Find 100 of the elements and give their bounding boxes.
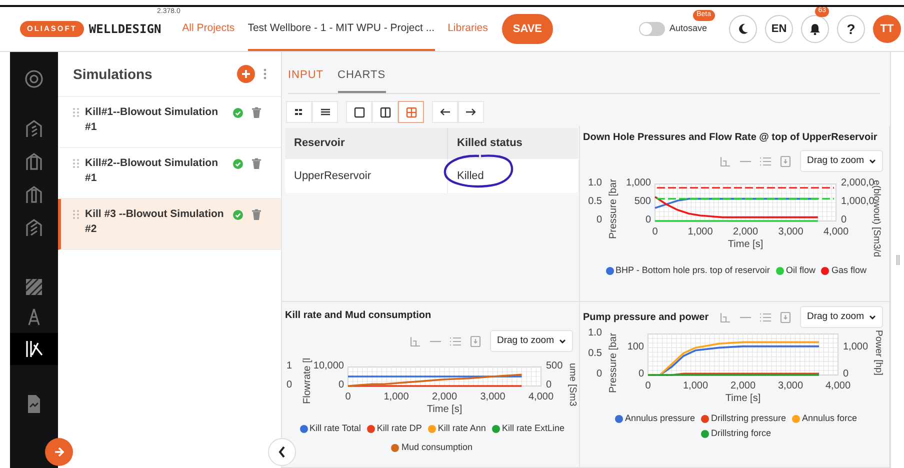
legend-item[interactable]: Drillstring pressure [700, 412, 786, 426]
hatched-square-icon [24, 277, 44, 297]
axis-title: Power [hp] [873, 330, 884, 376]
zoom-mode-dropdown[interactable]: Drag to zoom [490, 330, 573, 352]
bell-icon [809, 23, 821, 35]
axis-tick-label: 3,000 [778, 226, 804, 238]
axis-title: Flowrate [l [302, 358, 313, 404]
chart-title: Kill rate and Mud consumption [285, 309, 432, 323]
trajectory-icon [24, 339, 44, 359]
kebab-icon [263, 68, 267, 80]
legend-item[interactable]: Kill rate DP [366, 422, 422, 436]
axis-tick-label: 1 [286, 360, 292, 372]
legend-item[interactable]: Mud consumption [391, 440, 473, 454]
notifications-button[interactable] [801, 15, 829, 43]
trash-icon [252, 209, 261, 220]
axis-tick-label: 0 [345, 392, 351, 403]
axis-tick-label: 0 [596, 368, 602, 380]
axis-tick-label: 0 [652, 226, 658, 238]
autosave-toggle[interactable] [639, 22, 666, 36]
caret-icon [869, 314, 876, 320]
caret-icon [559, 338, 566, 344]
moon-icon [737, 23, 749, 35]
delete-button[interactable] [252, 158, 261, 169]
tab[interactable]: CHARTS [338, 66, 386, 93]
axis-tick-label: 4,000 [823, 226, 849, 238]
table-cell: Killed [447, 158, 578, 193]
zoom-mode-dropdown[interactable]: Drag to zoom [800, 150, 883, 172]
chart-type-icon [720, 312, 731, 323]
axis-tick-label: 0 [286, 380, 292, 391]
two-column-icon [380, 106, 390, 118]
axis-tick-label: 3,000 [778, 380, 804, 392]
legend-item[interactable]: Oil flow [776, 264, 816, 278]
legend-item[interactable]: Gas flow [821, 264, 866, 278]
delete-button[interactable] [252, 107, 261, 118]
navigate-button[interactable] [458, 101, 484, 123]
axis-tick-label: 0.5 [588, 196, 602, 208]
axis-tick-label: 1,000 [384, 392, 409, 403]
navigate-button[interactable] [432, 101, 458, 123]
legend-item[interactable]: Kill rate Ann [428, 422, 486, 436]
axis-tick-label: 100 [627, 342, 644, 353]
collapse-button[interactable] [268, 438, 296, 466]
download-icon [780, 312, 791, 323]
pipe-icon [24, 185, 44, 205]
download-icon [780, 156, 791, 167]
axis-tick-label: 0 [645, 214, 651, 226]
axis-tick-label: 4,000 [528, 392, 554, 403]
view-button[interactable] [286, 101, 312, 123]
axis-tick-label: 1.0 [588, 178, 602, 189]
chevron-left-icon [278, 446, 286, 458]
axis-tick-label: 3,000 [480, 392, 506, 403]
autosave-label: Autosave [669, 22, 707, 36]
legend-item[interactable]: Kill rate Total [300, 422, 361, 436]
axis-tick-label: 0 [841, 214, 847, 226]
zoom-mode-dropdown[interactable]: Drag to zoom [800, 306, 883, 328]
download-icon [470, 336, 481, 347]
language-button[interactable]: EN [765, 15, 793, 43]
axis-tick-label: 1,000 [626, 178, 651, 189]
drag-handle-icon [73, 159, 79, 168]
sidebar-item[interactable] [10, 333, 58, 365]
axis-tick-label: 1,000 [843, 342, 868, 353]
axis-tick-label: 0 [338, 380, 344, 391]
axis-tick-label: 0 [638, 368, 644, 380]
axis-tick-label: 1.0 [588, 328, 602, 339]
axis-title: Time [s] [426, 404, 462, 416]
expand-button[interactable] [45, 438, 73, 466]
add-button[interactable] [237, 65, 255, 83]
simulation-name: Kill #3 --Blowout Simulation #2 [85, 207, 225, 238]
axis-tick-label: 1,000 [682, 380, 708, 392]
casing-icon [24, 152, 44, 172]
legend-item[interactable]: Kill rate ExtLine [492, 422, 564, 436]
axis-tick-label: 500 [546, 360, 563, 372]
axis-tick-label: 1,000,0 [841, 196, 874, 208]
simulation-item[interactable]: Kill #3 --Blowout Simulation #2 [58, 199, 281, 250]
legend-item[interactable]: BHP - Bottom hole prs. top of reservoir [606, 264, 770, 278]
axis-title: Time [s] [728, 239, 764, 250]
axis-title: Pressure [bar [608, 333, 619, 394]
axis-tick-label: 500 [634, 196, 651, 208]
list-icon [450, 336, 461, 347]
chart-type-icon [720, 156, 731, 167]
simulation-name: Kill#1--Blowout Simulation #1 [85, 105, 219, 136]
simulation-item[interactable]: Kill#1--Blowout Simulation #1 [58, 97, 281, 148]
help-button[interactable]: ? [837, 15, 865, 43]
legend-item[interactable]: Annulus pressure [614, 412, 695, 426]
view-button[interactable] [312, 101, 338, 123]
resize-handle-icon [896, 255, 900, 265]
chart-title: Down Hole Pressures and Flow Rate @ top of UpperReservoir [583, 131, 878, 145]
drill-bit-icon [24, 119, 44, 139]
legend-item[interactable]: Drillstring force [700, 426, 771, 440]
theme-toggle-button[interactable] [729, 15, 757, 43]
axis-title: Pressure [bar [608, 179, 619, 240]
arrow-right-icon [466, 107, 476, 117]
axis-title: Time [s] [725, 393, 761, 404]
plus-icon [241, 69, 251, 79]
column-header: Reservoir [293, 136, 346, 151]
single-pane-icon [354, 106, 364, 118]
legend-item[interactable]: Annulus force [792, 412, 858, 426]
delete-button[interactable] [252, 209, 261, 220]
table-cell-text: UpperReservoir [293, 168, 372, 184]
chart-type-icon [410, 336, 421, 347]
product-name: WELLDESIGN [88, 21, 162, 38]
